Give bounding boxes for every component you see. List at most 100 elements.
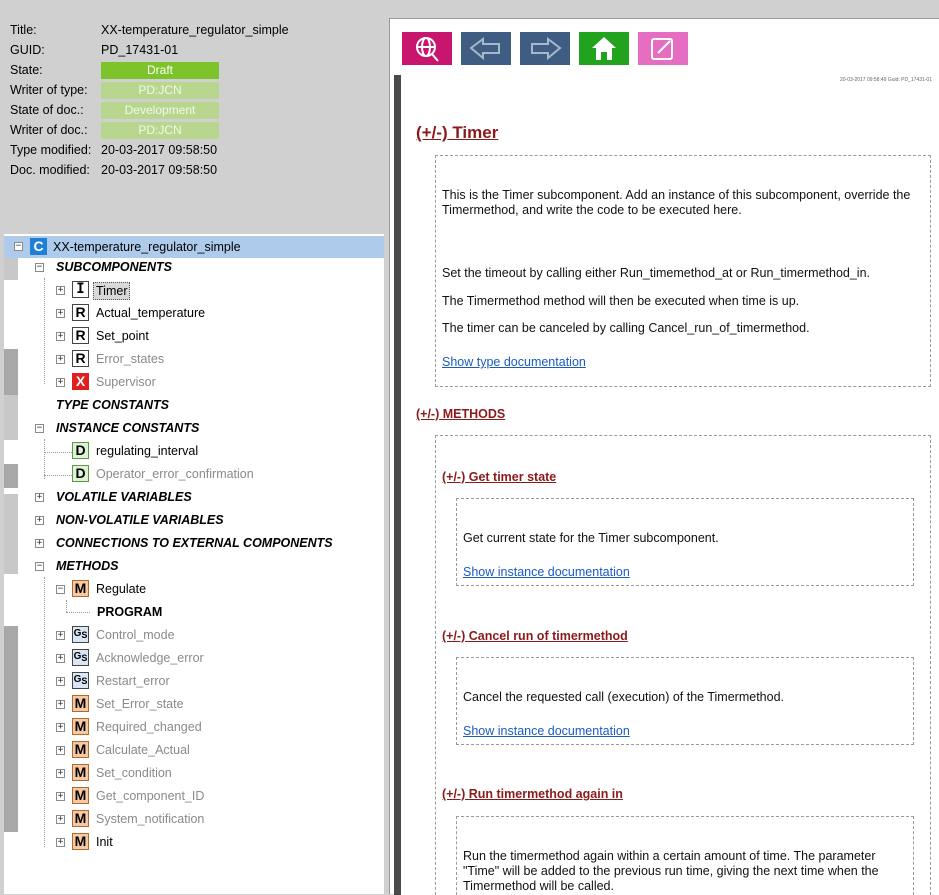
- tree-category-label: CONNECTIONS TO EXTERNAL COMPONENTS: [56, 536, 333, 550]
- tree-item-subcomponents[interactable]: − SUBCOMPONENTS: [4, 257, 384, 277]
- forward-button[interactable]: [520, 32, 570, 65]
- tree-item-calculate-actual[interactable]: + M Calculate_Actual: [4, 740, 384, 760]
- getset-gs-icon: GS: [72, 649, 89, 666]
- methods-box: (+/-) Get timer state Get current state …: [435, 435, 931, 895]
- method-m-icon: M: [72, 718, 89, 735]
- expand-icon[interactable]: +: [56, 769, 65, 778]
- expand-icon[interactable]: +: [35, 539, 44, 548]
- tree-item-acknowledge-error[interactable]: + GS Acknowledge_error: [4, 648, 384, 668]
- search-button[interactable]: [402, 32, 452, 65]
- expand-icon[interactable]: +: [56, 309, 65, 318]
- tree-item-supervisor[interactable]: + X Supervisor: [4, 372, 384, 392]
- show-instance-documentation-link[interactable]: Show instance documentation: [463, 565, 630, 579]
- expand-icon[interactable]: +: [35, 493, 44, 502]
- tree-item-required-changed[interactable]: + M Required_changed: [4, 717, 384, 737]
- info-label: State:: [10, 63, 43, 77]
- expand-icon[interactable]: +: [56, 838, 65, 847]
- tree-item-connections[interactable]: + CONNECTIONS TO EXTERNAL COMPONENTS: [4, 533, 384, 553]
- expand-icon[interactable]: +: [56, 700, 65, 709]
- cancel-run-box: Cancel the requested call (execution) of…: [456, 657, 914, 745]
- tree-item-get-component-id[interactable]: + M Get_component_ID: [4, 786, 384, 806]
- info-label: Title:: [10, 23, 37, 37]
- collapse-icon[interactable]: −: [56, 585, 65, 594]
- cancel-run-toggle[interactable]: (+/-) Cancel run of timermethod: [442, 629, 628, 643]
- error-x-icon: X: [72, 373, 89, 390]
- info-value: 20-03-2017 09:58:50: [101, 163, 218, 177]
- tree-item-methods[interactable]: − METHODS: [4, 556, 384, 576]
- tree-item-regulating-interval[interactable]: D regulating_interval: [4, 441, 384, 461]
- home-button[interactable]: [579, 32, 629, 65]
- tree-item-label: Timer: [93, 282, 131, 300]
- tree-item-set-condition[interactable]: + M Set_condition: [4, 763, 384, 783]
- collapse-icon[interactable]: −: [35, 424, 44, 433]
- reference-r-icon: R: [72, 327, 89, 344]
- expand-icon[interactable]: +: [56, 677, 65, 686]
- expand-icon[interactable]: +: [56, 378, 65, 387]
- tree-item-restart-error[interactable]: + GS Restart_error: [4, 671, 384, 691]
- tree-item-error-states[interactable]: + R Error_states: [4, 349, 384, 369]
- method-m-icon: M: [72, 695, 89, 712]
- tree-item-non-volatile-variables[interactable]: + NON-VOLATILE VARIABLES: [4, 510, 384, 530]
- back-button[interactable]: [461, 32, 511, 65]
- tree-item-label: Set_point: [96, 329, 149, 343]
- run-again-box: Run the timermethod again within a certa…: [456, 816, 914, 895]
- document-content: 20-03-2017 09:58:49 Guid: PD_17431-01 (+…: [394, 75, 939, 895]
- collapse-icon[interactable]: −: [35, 263, 44, 272]
- tree-item-label: Restart_error: [96, 674, 170, 688]
- info-label: GUID:: [10, 43, 45, 57]
- collapse-icon[interactable]: −: [14, 242, 23, 251]
- run-again-toggle[interactable]: (+/-) Run timermethod again in: [442, 787, 623, 801]
- tree-item-operator-error-confirmation[interactable]: D Operator_error_confirmation: [4, 464, 384, 484]
- tree-item-set-error-state[interactable]: + M Set_Error_state: [4, 694, 384, 714]
- execution-text: The Timermethod method will then be exec…: [442, 294, 800, 308]
- info-value: XX-temperature_regulator_simple: [101, 23, 289, 37]
- tree-item-control-mode[interactable]: + GS Control_mode: [4, 625, 384, 645]
- methods-heading-toggle[interactable]: (+/-) METHODS: [416, 407, 505, 421]
- timer-heading-toggle[interactable]: (+/-) Timer: [416, 123, 498, 143]
- tree-item-instance-constants[interactable]: − INSTANCE CONSTANTS: [4, 418, 384, 438]
- tree-root[interactable]: − C XX-temperature_regulator_simple: [4, 236, 384, 258]
- show-instance-documentation-link[interactable]: Show instance documentation: [463, 724, 630, 738]
- type-description-box: This is the Timer subcomponent. Add an i…: [435, 155, 931, 387]
- expand-icon[interactable]: +: [56, 332, 65, 341]
- expand-icon[interactable]: +: [56, 654, 65, 663]
- writer-doc-badge: PD:JCN: [101, 122, 219, 139]
- tree-item-volatile-variables[interactable]: + VOLATILE VARIABLES: [4, 487, 384, 507]
- tree-item-label: Operator_error_confirmation: [96, 467, 254, 481]
- edit-button[interactable]: [638, 32, 688, 65]
- tree-item-label: PROGRAM: [97, 605, 163, 619]
- expand-icon[interactable]: +: [56, 746, 65, 755]
- tree-item-type-constants[interactable]: TYPE CONSTANTS: [4, 395, 384, 415]
- expand-icon[interactable]: +: [35, 516, 44, 525]
- tree-item-label: Error_states: [96, 352, 165, 366]
- expand-icon[interactable]: +: [56, 815, 65, 824]
- tree-item-init[interactable]: + M Init: [4, 832, 384, 852]
- info-value: 20-03-2017 09:58:50: [101, 143, 218, 157]
- expand-icon[interactable]: +: [56, 723, 65, 732]
- intro-text: This is the Timer subcomponent. Add an i…: [442, 188, 911, 217]
- method-m-icon: M: [72, 580, 89, 597]
- expand-icon[interactable]: +: [56, 355, 65, 364]
- component-tree[interactable]: − C XX-temperature_regulator_simple − SU…: [4, 234, 384, 894]
- tree-item-actual-temperature[interactable]: + R Actual_temperature: [4, 303, 384, 323]
- tree-item-regulate[interactable]: − M Regulate: [4, 579, 384, 599]
- getset-gs-icon: GS: [72, 672, 89, 689]
- info-label: Writer of type:: [10, 83, 88, 97]
- info-label: Type modified:: [10, 143, 92, 157]
- method-m-icon: M: [72, 764, 89, 781]
- show-type-documentation-link[interactable]: Show type documentation: [442, 355, 586, 369]
- tree-item-program[interactable]: PROGRAM: [4, 602, 384, 622]
- tree-category-label: SUBCOMPONENTS: [56, 260, 172, 274]
- reference-r-icon: R: [72, 350, 89, 367]
- expand-icon[interactable]: +: [56, 286, 65, 295]
- tree-category-label: TYPE CONSTANTS: [56, 398, 169, 412]
- tree-item-timer[interactable]: + I Timer: [4, 280, 384, 300]
- expand-icon[interactable]: +: [56, 631, 65, 640]
- tree-category-label: METHODS: [56, 559, 119, 573]
- tree-item-system-notification[interactable]: + M System_notification: [4, 809, 384, 829]
- data-d-icon: D: [72, 442, 89, 459]
- expand-icon[interactable]: +: [56, 792, 65, 801]
- collapse-icon[interactable]: −: [35, 562, 44, 571]
- tree-item-set-point[interactable]: + R Set_point: [4, 326, 384, 346]
- get-timer-state-toggle[interactable]: (+/-) Get timer state: [442, 470, 556, 484]
